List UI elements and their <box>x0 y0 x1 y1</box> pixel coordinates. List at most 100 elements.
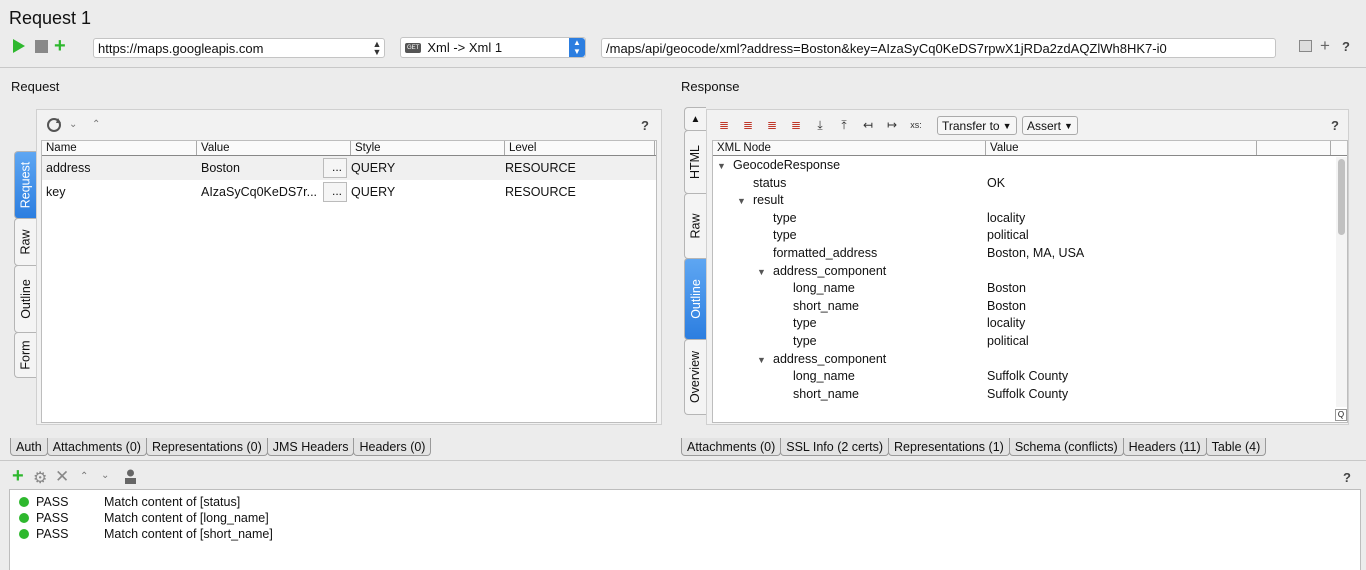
align-icon[interactable]: ≣ <box>717 118 731 132</box>
tab-headers[interactable]: Headers (0) <box>353 438 432 456</box>
stop-button[interactable] <box>35 40 48 53</box>
xsd-icon[interactable]: xs: <box>909 118 923 132</box>
tree-row[interactable]: ▼ address_component <box>713 263 1323 280</box>
transfer-to-dropdown[interactable]: Transfer to ▼ <box>937 116 1017 135</box>
help-icon[interactable]: ? <box>1343 470 1351 485</box>
shift-left-icon[interactable]: ↤ <box>861 118 875 132</box>
refresh-icon[interactable] <box>46 117 62 136</box>
search-icon[interactable]: Q <box>1335 409 1347 421</box>
resource-path-field[interactable]: /maps/api/geocode/xml?address=Boston&key… <box>601 38 1276 58</box>
tree-node-label: address_component <box>773 351 887 366</box>
move-up-icon[interactable]: ⌃ <box>92 119 100 130</box>
user-icon[interactable] <box>124 469 137 487</box>
table-row[interactable]: address Boston ... QUERY RESOURCE <box>42 156 656 180</box>
close-icon[interactable]: ✕ <box>55 467 69 487</box>
column-style[interactable]: Style <box>351 141 505 155</box>
transfer-label: Transfer to <box>942 118 1000 133</box>
expand-triangle-icon[interactable]: ▼ <box>757 264 769 281</box>
edit-value-button[interactable]: ... <box>323 158 347 178</box>
xml-tree-header: XML Node Value <box>713 141 1347 156</box>
add-icon[interactable]: + <box>1320 36 1330 56</box>
vtab-outline[interactable]: Outline <box>684 258 706 340</box>
add-assertion-button[interactable]: + <box>12 466 24 486</box>
scrollbar-thumb[interactable] <box>1338 159 1345 235</box>
tab-representations[interactable]: Representations (1) <box>888 438 1010 456</box>
param-style[interactable]: QUERY <box>347 161 501 175</box>
tree-row[interactable]: type political <box>713 227 1323 244</box>
run-button[interactable] <box>12 38 26 57</box>
expand-triangle-icon[interactable]: ▼ <box>717 158 729 175</box>
param-style[interactable]: QUERY <box>347 185 501 199</box>
column-xml-node[interactable]: XML Node <box>713 141 986 155</box>
vtab-form[interactable]: Form <box>14 332 36 378</box>
collapse-icon[interactable]: ▲ <box>684 107 706 131</box>
save-icon[interactable] <box>1299 40 1312 52</box>
assertion-status: PASS <box>36 495 69 509</box>
tab-representations[interactable]: Representations (0) <box>145 438 268 456</box>
tab-ssl-info[interactable]: SSL Info (2 certs) <box>780 438 890 456</box>
tab-jms-headers[interactable]: JMS Headers <box>266 438 355 456</box>
operation-value: Xml -> Xml 1 <box>427 40 503 55</box>
assertion-row[interactable]: PASS Match content of [status] <box>10 494 240 510</box>
gear-icon[interactable]: ⚙ <box>33 468 47 488</box>
tree-row[interactable]: ▼ GeocodeResponse <box>713 157 1323 174</box>
help-icon[interactable]: ? <box>641 118 649 133</box>
tree-row[interactable]: formatted_address Boston, MA, USA <box>713 245 1323 262</box>
param-value[interactable]: AIzaSyCq0KeDS7r... <box>197 185 323 199</box>
expand-triangle-icon[interactable]: ▼ <box>737 193 749 210</box>
assert-dropdown[interactable]: Assert ▼ <box>1022 116 1078 135</box>
column-value[interactable]: Value <box>986 141 1257 155</box>
tree-row[interactable]: type political <box>713 333 1323 350</box>
tree-row[interactable]: long_name Suffolk County <box>713 368 1323 385</box>
align-icon[interactable]: ≣ <box>741 118 755 132</box>
tree-row[interactable]: long_name Boston <box>713 280 1323 297</box>
operation-select[interactable]: GET Xml -> Xml 1 ▲ ▼ <box>400 37 586 58</box>
assertion-row[interactable]: PASS Match content of [short_name] <box>10 526 273 542</box>
edit-value-button[interactable]: ... <box>323 182 347 202</box>
tab-table[interactable]: Table (4) <box>1205 438 1267 456</box>
endpoint-select[interactable]: https://maps.googleapis.com ▲ ▼ <box>93 38 385 58</box>
tab-auth[interactable]: Auth <box>10 438 48 456</box>
tree-row[interactable]: ▼ address_component <box>713 351 1323 368</box>
expand-triangle-icon[interactable]: ▼ <box>757 352 769 369</box>
tab-attachments[interactable]: Attachments (0) <box>681 438 782 456</box>
help-icon[interactable]: ? <box>1342 39 1350 54</box>
scrollbar[interactable] <box>1336 157 1347 407</box>
tab-attachments[interactable]: Attachments (0) <box>46 438 147 456</box>
move-up-icon[interactable]: ⌃ <box>80 471 88 482</box>
param-value[interactable]: Boston <box>197 161 323 175</box>
param-level[interactable]: RESOURCE <box>501 185 651 199</box>
expand-all-icon[interactable]: ⤒ <box>837 118 851 132</box>
table-row[interactable]: key AIzaSyCq0KeDS7r... ... QUERY RESOURC… <box>42 180 656 204</box>
vtab-request[interactable]: Request <box>14 151 36 219</box>
status-dot-icon <box>19 497 29 507</box>
vtab-overview[interactable]: Overview <box>684 339 706 415</box>
tab-schema[interactable]: Schema (conflicts) <box>1008 438 1124 456</box>
collapse-all-icon[interactable]: ⤓ <box>813 118 827 132</box>
column-name[interactable]: Name <box>42 141 197 155</box>
tree-row[interactable]: short_name Boston <box>713 298 1323 315</box>
tab-headers[interactable]: Headers (11) <box>1122 438 1207 456</box>
vtab-html[interactable]: HTML <box>684 130 706 194</box>
vtab-raw[interactable]: Raw <box>14 218 36 266</box>
tree-row[interactable]: short_name Suffolk County <box>713 386 1323 403</box>
add-button[interactable]: + <box>54 36 66 56</box>
align-icon[interactable]: ≣ <box>789 118 803 132</box>
tree-row[interactable]: type locality <box>713 210 1323 227</box>
tree-row[interactable]: ▼ result <box>713 192 1323 209</box>
move-down-icon[interactable]: ⌄ <box>69 119 77 130</box>
tree-row[interactable]: status OK <box>713 175 1323 192</box>
move-down-icon[interactable]: ⌄ <box>101 470 109 481</box>
param-level[interactable]: RESOURCE <box>501 161 651 175</box>
assertion-row[interactable]: PASS Match content of [long_name] <box>10 510 269 526</box>
tree-row[interactable]: type locality <box>713 315 1323 332</box>
column-value[interactable]: Value <box>197 141 351 155</box>
help-icon[interactable]: ? <box>1331 118 1339 133</box>
param-name[interactable]: key <box>42 185 197 199</box>
align-icon[interactable]: ≣ <box>765 118 779 132</box>
shift-right-icon[interactable]: ↦ <box>885 118 899 132</box>
column-level[interactable]: Level <box>505 141 655 155</box>
vtab-outline[interactable]: Outline <box>14 265 36 333</box>
vtab-raw[interactable]: Raw <box>684 193 706 259</box>
param-name[interactable]: address <box>42 161 197 175</box>
